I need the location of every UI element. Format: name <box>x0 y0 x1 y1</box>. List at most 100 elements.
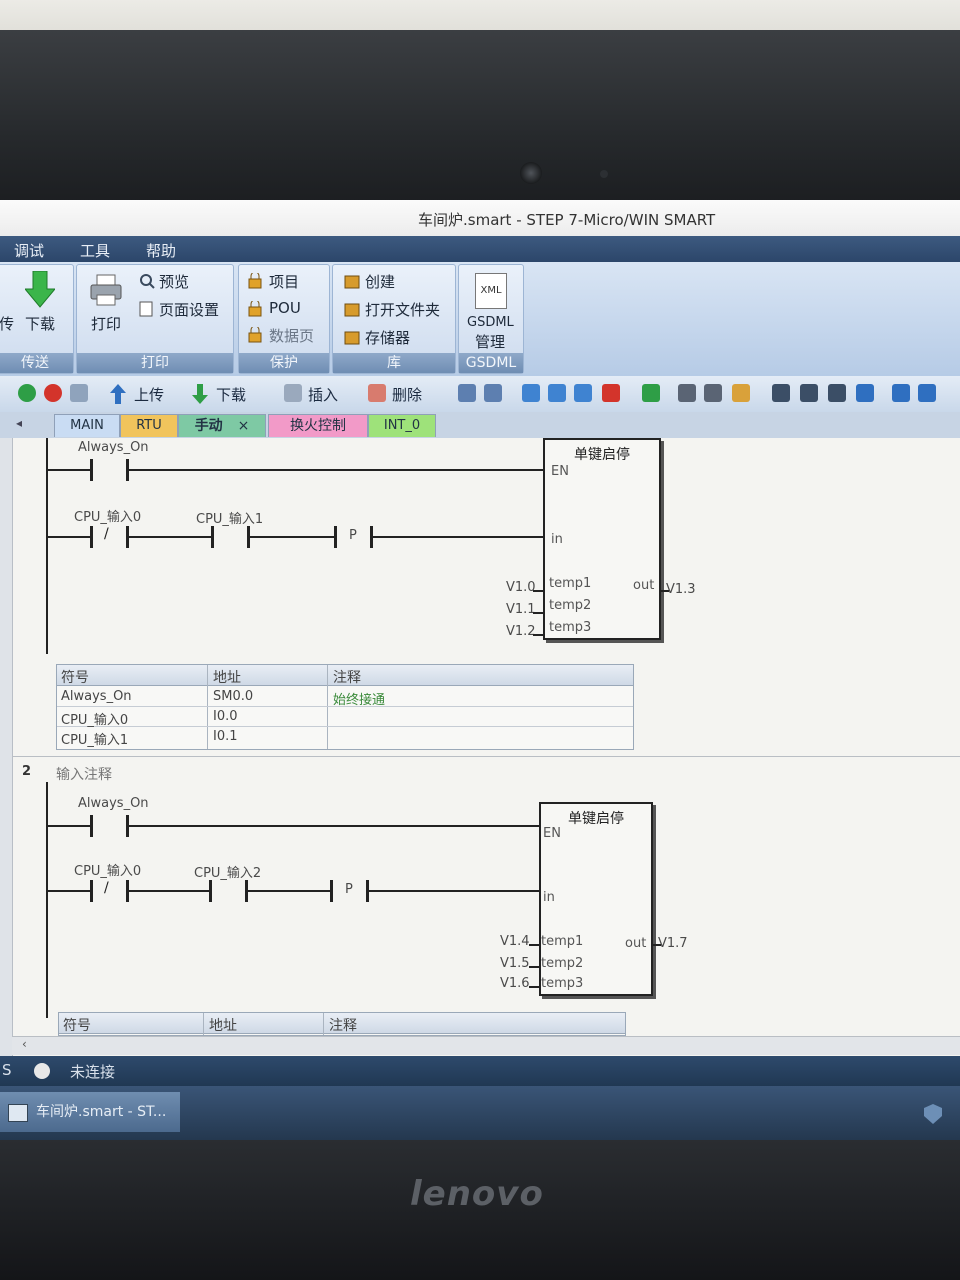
unlock-icon[interactable] <box>704 384 722 402</box>
temp1-operand-n2[interactable]: V1.4 <box>500 934 530 949</box>
pulse-contact-n1[interactable] <box>334 526 337 548</box>
wire <box>373 536 543 538</box>
tick <box>529 944 539 946</box>
temp1-operand-n1[interactable]: V1.0 <box>506 580 536 595</box>
connection-status[interactable]: 未连接 <box>70 1061 115 1082</box>
group-label-gsdml: GSDML <box>459 353 523 373</box>
line-down-icon[interactable] <box>800 384 818 402</box>
download-arrow-icon-small <box>192 384 208 404</box>
horizontal-scrollbar[interactable]: ‹ <box>12 1036 960 1055</box>
upload-arrow-icon <box>110 384 126 404</box>
symbol-cell[interactable]: CPU_输入1 <box>61 729 128 748</box>
temp3-operand-n2[interactable]: V1.6 <box>500 976 530 991</box>
symbol-cell[interactable]: CPU_输入0 <box>61 709 128 728</box>
address-cell[interactable]: SM0.0 <box>213 689 253 704</box>
menu-tools[interactable]: 工具 <box>80 240 110 261</box>
temp2-operand-n1[interactable]: V1.1 <box>506 602 536 617</box>
tab-fire-control[interactable]: 换火控制 <box>268 414 368 437</box>
col-divider <box>323 1013 324 1035</box>
symbol-icon[interactable] <box>732 384 750 402</box>
pin-in-n1: in <box>551 532 563 547</box>
ladder-editor[interactable]: Always_On CPU_输入0 / CPU_输入1 P 单键启停 EN in… <box>0 438 960 1056</box>
network-comment-2[interactable]: 输入注释 <box>56 764 112 784</box>
print-button[interactable]: 打印 <box>91 313 121 334</box>
shield-icon[interactable] <box>924 1104 942 1124</box>
toolbar-delete-button[interactable]: 删除 <box>392 384 422 405</box>
library-create-button[interactable]: 创建 <box>365 271 395 292</box>
goto-icon[interactable] <box>642 384 660 402</box>
gsdml-manage-line2[interactable]: 管理 <box>475 331 505 352</box>
pulse-contact-n2[interactable] <box>330 880 333 902</box>
toolbar-upload-button[interactable]: 上传 <box>134 384 164 405</box>
printer-icon <box>90 274 122 306</box>
stop-icon[interactable] <box>44 384 62 402</box>
contact-input0-n1[interactable] <box>90 526 93 548</box>
scroll-left-icon[interactable]: ‹ <box>22 1037 27 1051</box>
clear-icon[interactable] <box>602 384 620 402</box>
bookmark-icon[interactable] <box>458 384 476 402</box>
branch-icon[interactable] <box>772 384 790 402</box>
function-block-n1[interactable]: 单键启停 EN in temp1 temp2 temp3 out <box>543 438 661 640</box>
tab-manual[interactable]: 手动 × <box>178 414 266 437</box>
contact-icon[interactable] <box>892 384 910 402</box>
tab-int0[interactable]: INT_0 <box>368 414 436 437</box>
tab-close-icon[interactable]: × <box>238 418 250 434</box>
page-setup-button[interactable]: 页面设置 <box>159 299 219 320</box>
compile-icon[interactable] <box>70 384 88 402</box>
monitor-top-bezel <box>0 30 960 210</box>
network-delete-icon[interactable] <box>574 384 592 402</box>
app-icon <box>8 1104 28 1122</box>
contact-always-on-n1[interactable] <box>90 459 93 481</box>
tab-main-label: MAIN <box>70 418 104 433</box>
block-title-n1: 单键启停 <box>574 447 630 463</box>
protect-project-button[interactable]: 项目 <box>269 271 299 292</box>
tab-scroll-left-icon[interactable]: ◂ <box>16 416 22 430</box>
address-cell[interactable]: I0.1 <box>213 729 238 744</box>
ribbon-group-print: 打印 预览 页面设置 打印 <box>76 264 234 374</box>
tab-main[interactable]: MAIN <box>54 414 120 437</box>
line-up-icon[interactable] <box>828 384 846 402</box>
contact-always-on-n2[interactable] <box>90 815 93 837</box>
toolbar-insert-button[interactable]: 插入 <box>308 384 338 405</box>
line-right-icon[interactable] <box>856 384 874 402</box>
coil-icon[interactable] <box>918 384 936 402</box>
download-button[interactable]: 下载 <box>25 313 55 334</box>
pou-lock-icon <box>248 301 262 317</box>
protect-data-page-button[interactable]: 数据页 <box>269 325 314 346</box>
network-icon[interactable] <box>522 384 540 402</box>
menu-help[interactable]: 帮助 <box>146 240 176 261</box>
function-block-n2[interactable]: 单键启停 EN in temp1 temp2 temp3 out <box>539 802 653 996</box>
protect-pou-button[interactable]: POU <box>269 299 301 317</box>
temp2-operand-n2[interactable]: V1.5 <box>500 956 530 971</box>
contact-input1-n1[interactable] <box>211 526 214 548</box>
lock-icon[interactable] <box>678 384 696 402</box>
menu-debug[interactable]: 调试 <box>14 240 44 261</box>
contact-label-input2-n2: CPU_输入2 <box>194 866 262 881</box>
page-setup-icon <box>139 301 153 317</box>
symbol-cell[interactable]: Always_On <box>61 689 132 704</box>
bookmark-next-icon[interactable] <box>484 384 502 402</box>
contact-input0-n2[interactable] <box>90 880 93 902</box>
comment-cell[interactable]: 始终接通 <box>333 689 385 708</box>
preview-button[interactable]: 预览 <box>159 271 189 292</box>
out-operand-n1[interactable]: V1.3 <box>666 582 696 597</box>
network-insert-icon[interactable] <box>548 384 566 402</box>
open-folder-button[interactable]: 打开文件夹 <box>365 299 440 320</box>
temp3-operand-n1[interactable]: V1.2 <box>506 624 536 639</box>
library-memory-button[interactable]: 存储器 <box>365 327 410 348</box>
run-icon[interactable] <box>18 384 36 402</box>
pin-temp2-n1: temp2 <box>549 598 592 613</box>
address-cell[interactable]: I0.0 <box>213 709 238 724</box>
gsdml-manage-line1[interactable]: GSDML <box>467 315 514 330</box>
out-operand-n2[interactable]: V1.7 <box>658 936 688 951</box>
toolbar-download-button[interactable]: 下载 <box>216 384 246 405</box>
taskbar-app-button[interactable]: 车间炉.smart - ST... <box>0 1092 180 1132</box>
upload-button-partial[interactable]: 传 <box>0 313 14 334</box>
group-label-library: 库 <box>333 353 455 373</box>
tab-fire-control-label: 换火控制 <box>290 418 346 434</box>
library-create-icon <box>344 275 360 289</box>
tab-rtu[interactable]: RTU <box>120 414 178 437</box>
block-title-n2: 单键启停 <box>568 811 624 827</box>
contact-label-always-on-n2: Always_On <box>78 796 149 811</box>
contact-input2-n2[interactable] <box>209 880 212 902</box>
